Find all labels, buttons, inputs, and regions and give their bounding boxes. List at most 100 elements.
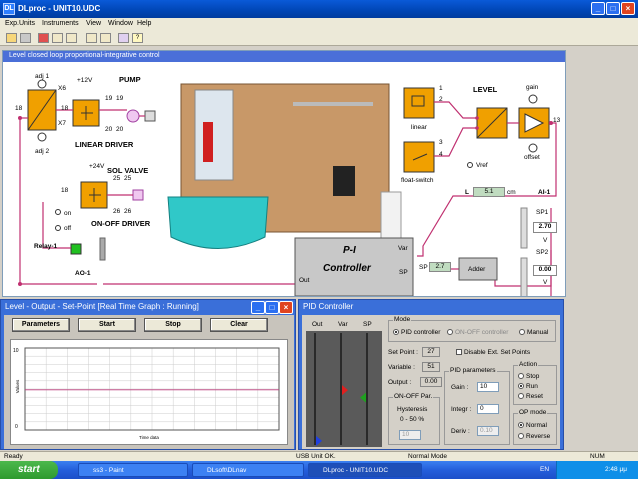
bar-var-label: Var [338, 321, 348, 328]
stop-button[interactable]: Stop [144, 318, 202, 332]
linear-driver-block [72, 99, 100, 127]
mode-pid-radio[interactable]: PID controller [393, 329, 440, 336]
app-icon: DL [3, 3, 15, 15]
save-icon[interactable] [20, 33, 31, 43]
relay-label: Relay-1 [34, 243, 58, 250]
hysteresis-input[interactable]: 10 [399, 430, 421, 440]
deriv-input[interactable]: 0.10 [477, 426, 499, 436]
start-button[interactable]: Start [78, 318, 136, 332]
mode-manual-radio[interactable]: Manual [519, 329, 548, 336]
open-folder-icon[interactable] [6, 33, 17, 43]
action-group: Action Stop Run Reset [513, 361, 557, 405]
graph-maximize-button[interactable]: □ [265, 301, 279, 314]
pin-1: 1 [439, 85, 443, 92]
pin-26: 26 [113, 208, 121, 215]
menu-help[interactable]: Help [137, 20, 151, 27]
linear-sensor [403, 87, 435, 119]
relay-bar [99, 237, 106, 261]
gain-amplifier [518, 94, 550, 153]
adj2-label: adj 2 [35, 148, 50, 155]
sp1-slider-track[interactable] [520, 207, 528, 249]
hysteresis-label: Hysteresis [397, 406, 428, 413]
sp2-slider-track[interactable] [520, 257, 528, 296]
task-paint[interactable]: ss3 - Paint [78, 463, 188, 477]
status-num: NUM [590, 453, 605, 460]
unit-icon[interactable] [38, 33, 49, 43]
plot-canvas [24, 347, 280, 431]
float-switch-sensor [403, 141, 435, 173]
set-point-label: Set Point : [388, 349, 418, 356]
onoff-par-group: ON-OFF Par. Hysteresis 0 - 50 % 10 [388, 393, 440, 445]
sp-box-value: 2.7 [429, 262, 451, 272]
off-label: off [64, 225, 72, 232]
action-run-label: Run [526, 383, 538, 390]
level-converter [476, 107, 508, 139]
maximize-button[interactable]: □ [606, 2, 620, 15]
sp2-unit: V [543, 279, 548, 286]
x7-label: X7 [58, 120, 66, 127]
sp1-unit: V [543, 237, 548, 244]
toolbar: ? [0, 30, 638, 46]
v12-label: +12V [77, 77, 93, 84]
onoff-par-title: ON-OFF Par. [393, 393, 434, 400]
grid-icon[interactable] [52, 33, 63, 43]
variable-label: Variable : [388, 364, 415, 371]
input-converter [27, 79, 57, 142]
action-reset-radio[interactable]: Reset [518, 393, 543, 400]
start-button[interactable]: start [0, 461, 58, 479]
controller-subtitle: Controller [323, 263, 371, 274]
action-stop-radio[interactable]: Stop [518, 373, 539, 380]
action-run-radio[interactable]: Run [518, 383, 538, 390]
menu-view[interactable]: View [86, 20, 101, 27]
onoff-driver-label: ON-OFF DRIVER [91, 219, 151, 228]
language-indicator[interactable]: EN [540, 466, 549, 473]
task-dlnav[interactable]: DLsoft\DLnav [192, 463, 304, 477]
graph-close-button[interactable]: × [279, 301, 293, 314]
close-button[interactable]: × [621, 2, 635, 15]
op-mode-group: OP mode Normal Reverse [513, 409, 557, 445]
bar-sp-label: SP [363, 321, 372, 328]
menu-exp-units[interactable]: Exp.Units [5, 20, 35, 27]
parameters-button[interactable]: Parameters [12, 318, 70, 332]
integr-input[interactable]: 0 [477, 404, 499, 414]
adder-label: Adder [468, 266, 486, 273]
mode-onoff-radio[interactable]: ON-OFF controller [447, 329, 508, 336]
chart-icon[interactable] [86, 33, 97, 43]
op-reverse-label: Reverse [526, 433, 551, 440]
disable-ext-sp-checkbox[interactable]: Disable Ext. Set Points [456, 349, 530, 356]
clock[interactable]: 2:48 μμ [605, 466, 627, 473]
graph-body: Parameters Start Stop Clear 10 0 Values … [4, 315, 294, 449]
on-terminal [55, 209, 61, 215]
op-mode-title: OP mode [518, 409, 548, 416]
sp2-value[interactable]: 0.00 [533, 265, 557, 276]
minimize-button[interactable]: _ [591, 2, 605, 15]
task-dlproc[interactable]: DLproc - UNIT10.UDC [308, 463, 422, 477]
menu-window[interactable]: Window [108, 20, 133, 27]
menu-instruments[interactable]: Instruments [42, 20, 79, 27]
mode-group: Mode PID controller ON-OFF controller Ma… [388, 316, 556, 342]
help-icon[interactable]: ? [132, 33, 143, 43]
pin-18: 18 [61, 105, 69, 112]
action-reset-label: Reset [526, 393, 543, 400]
pin-20: 20 [105, 126, 113, 133]
schematic-title: Level closed loop proportional-integrati… [3, 51, 565, 62]
list-icon[interactable] [100, 33, 111, 43]
float-switch-label: float-switch [401, 177, 434, 184]
pin-26: 26 [124, 208, 132, 215]
relay-indicator [70, 243, 82, 255]
table-icon[interactable] [66, 33, 77, 43]
sp-port-label: SP [399, 269, 408, 276]
sp1-value[interactable]: 2.70 [533, 222, 557, 233]
graph-minimize-button[interactable]: _ [251, 301, 265, 314]
system-tray: 2:48 μμ [556, 461, 638, 479]
pin-2: 2 [439, 96, 443, 103]
clear-button[interactable]: Clear [210, 318, 268, 332]
schematic-panel: Level closed loop proportional-integrati… [2, 50, 566, 297]
gain-input[interactable]: 10 [477, 382, 499, 392]
pin-18: 18 [15, 105, 23, 112]
op-reverse-radio[interactable]: Reverse [518, 433, 550, 440]
mode-manual-label: Manual [527, 329, 549, 336]
op-normal-radio[interactable]: Normal [518, 422, 547, 429]
pin-18: 18 [61, 187, 69, 194]
print-icon[interactable] [118, 33, 129, 43]
